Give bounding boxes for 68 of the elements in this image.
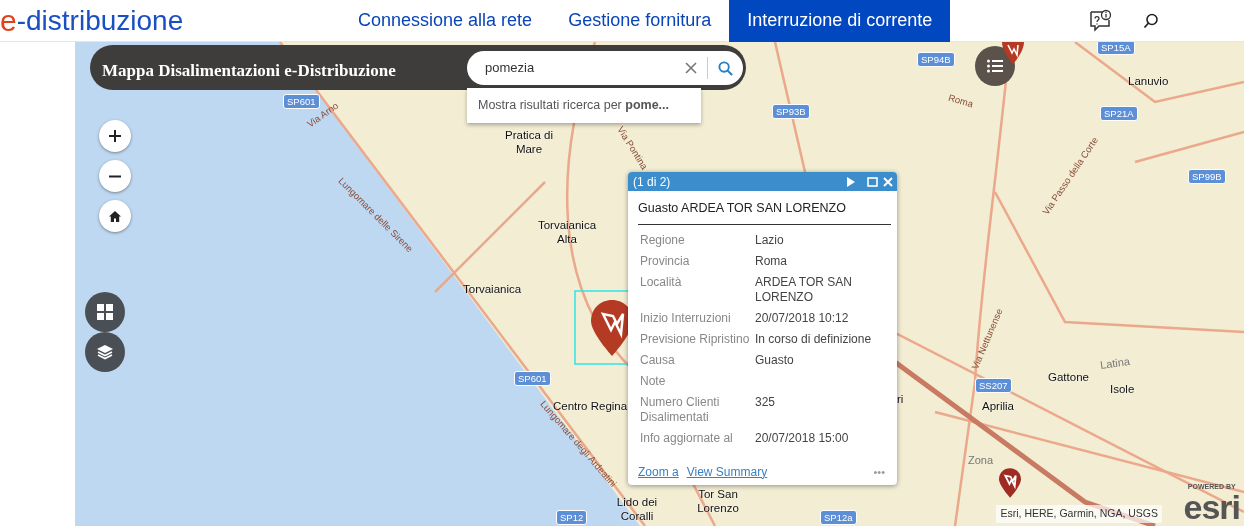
- popup-title: Guasto ARDEA TOR SAN LORENZO: [638, 199, 891, 225]
- field-value: 20/07/2018 10:12: [755, 310, 850, 326]
- place-label: Torvaianica Alta: [536, 218, 598, 246]
- list-icon: [987, 59, 1003, 73]
- field-label: Inizio Interruzioni: [640, 310, 732, 326]
- help-chat-icon[interactable]: [1088, 8, 1113, 33]
- place-label: Torvaianica: [463, 282, 522, 296]
- road-shield: SS207: [975, 378, 1012, 393]
- field-value: ARDEA TOR SAN LORENZO: [755, 274, 853, 305]
- outage-marker-icon[interactable]: [1002, 42, 1024, 64]
- plus-icon: [109, 130, 121, 142]
- popup-counter: (1 di 2): [633, 173, 671, 191]
- road-shield: SP12: [556, 510, 588, 525]
- field-value: Guasto: [755, 352, 795, 368]
- field-label: Numero Clienti Disalimentati: [640, 394, 721, 425]
- search-field[interactable]: pomezia: [467, 51, 743, 85]
- popup-link[interactable]: View Summary: [686, 462, 768, 481]
- road-shield: SP94B: [917, 52, 955, 67]
- place-label: Tor San Lorenzo: [696, 487, 740, 515]
- home-icon: [109, 210, 121, 222]
- legend-list-button[interactable]: [975, 46, 1015, 86]
- field-label: Provincia: [640, 253, 691, 269]
- play-icon[interactable]: [847, 176, 855, 187]
- place-label: Pratica di Mare: [504, 128, 554, 156]
- popup-link[interactable]: Zoom a: [638, 462, 679, 481]
- field-label: Previsione Ripristino: [640, 331, 751, 347]
- field-value: 325: [755, 394, 777, 411]
- layers-icon: [97, 344, 113, 360]
- area-label: Latina: [1099, 353, 1131, 374]
- road-shield: SP99B: [1188, 169, 1226, 184]
- field-value: Roma: [755, 253, 788, 269]
- clear-icon[interactable]: [685, 62, 697, 74]
- grid-icon: [97, 304, 113, 320]
- map-attribution: Esri, HERE, Garmin, NGA, USGS: [996, 505, 1162, 523]
- place-label: ri: [897, 392, 904, 406]
- road-shield: SP15A: [1097, 42, 1135, 55]
- minus-icon: [109, 174, 121, 178]
- nav-tab[interactable]: Gestione fornitura: [550, 0, 730, 42]
- nav-tab[interactable]: Connessione alla rete: [340, 0, 551, 42]
- road-shield: SP601: [514, 371, 551, 386]
- field-value: In corso di definizione: [755, 331, 873, 347]
- field-value: Lazio: [755, 232, 785, 248]
- outage-marker-icon[interactable]: [999, 468, 1021, 498]
- field-label: Info aggiornate al: [640, 430, 734, 446]
- logo-mark: e: [0, 2, 17, 39]
- place-label: Gattone: [1048, 370, 1089, 384]
- place-label: Aprilia: [982, 399, 1014, 413]
- logo-text: -distribuzione: [16, 3, 184, 38]
- field-label: Note: [640, 373, 667, 389]
- search-icon[interactable]: [1143, 12, 1160, 29]
- road-shield: SP601: [283, 94, 320, 109]
- field-label: Causa: [640, 352, 676, 368]
- close-icon[interactable]: [883, 176, 893, 187]
- search-suggestion[interactable]: Mostra risultati ricerca per pome...: [467, 88, 701, 123]
- road-name: Roma: [946, 90, 975, 112]
- map-title: Mappa Disalimentazioni e-Distribuzione: [101, 60, 396, 82]
- nav-tab[interactable]: Interruzione di corrente: [729, 0, 951, 42]
- road-shield: SP12a: [820, 510, 857, 525]
- place-label: Isole: [1110, 382, 1135, 396]
- road-shield: SP21A: [1100, 106, 1138, 121]
- place-label: Lido dei Coralli: [615, 495, 659, 523]
- field-label: Regione: [640, 232, 686, 248]
- place-label: Lanuvio: [1128, 74, 1169, 88]
- maximize-icon[interactable]: [867, 176, 878, 187]
- field-label: Località: [640, 274, 683, 291]
- area-label: Zona: [968, 453, 994, 468]
- field-value: 20/07/2018 15:00: [755, 430, 850, 446]
- road-shield: SP93B: [772, 104, 810, 119]
